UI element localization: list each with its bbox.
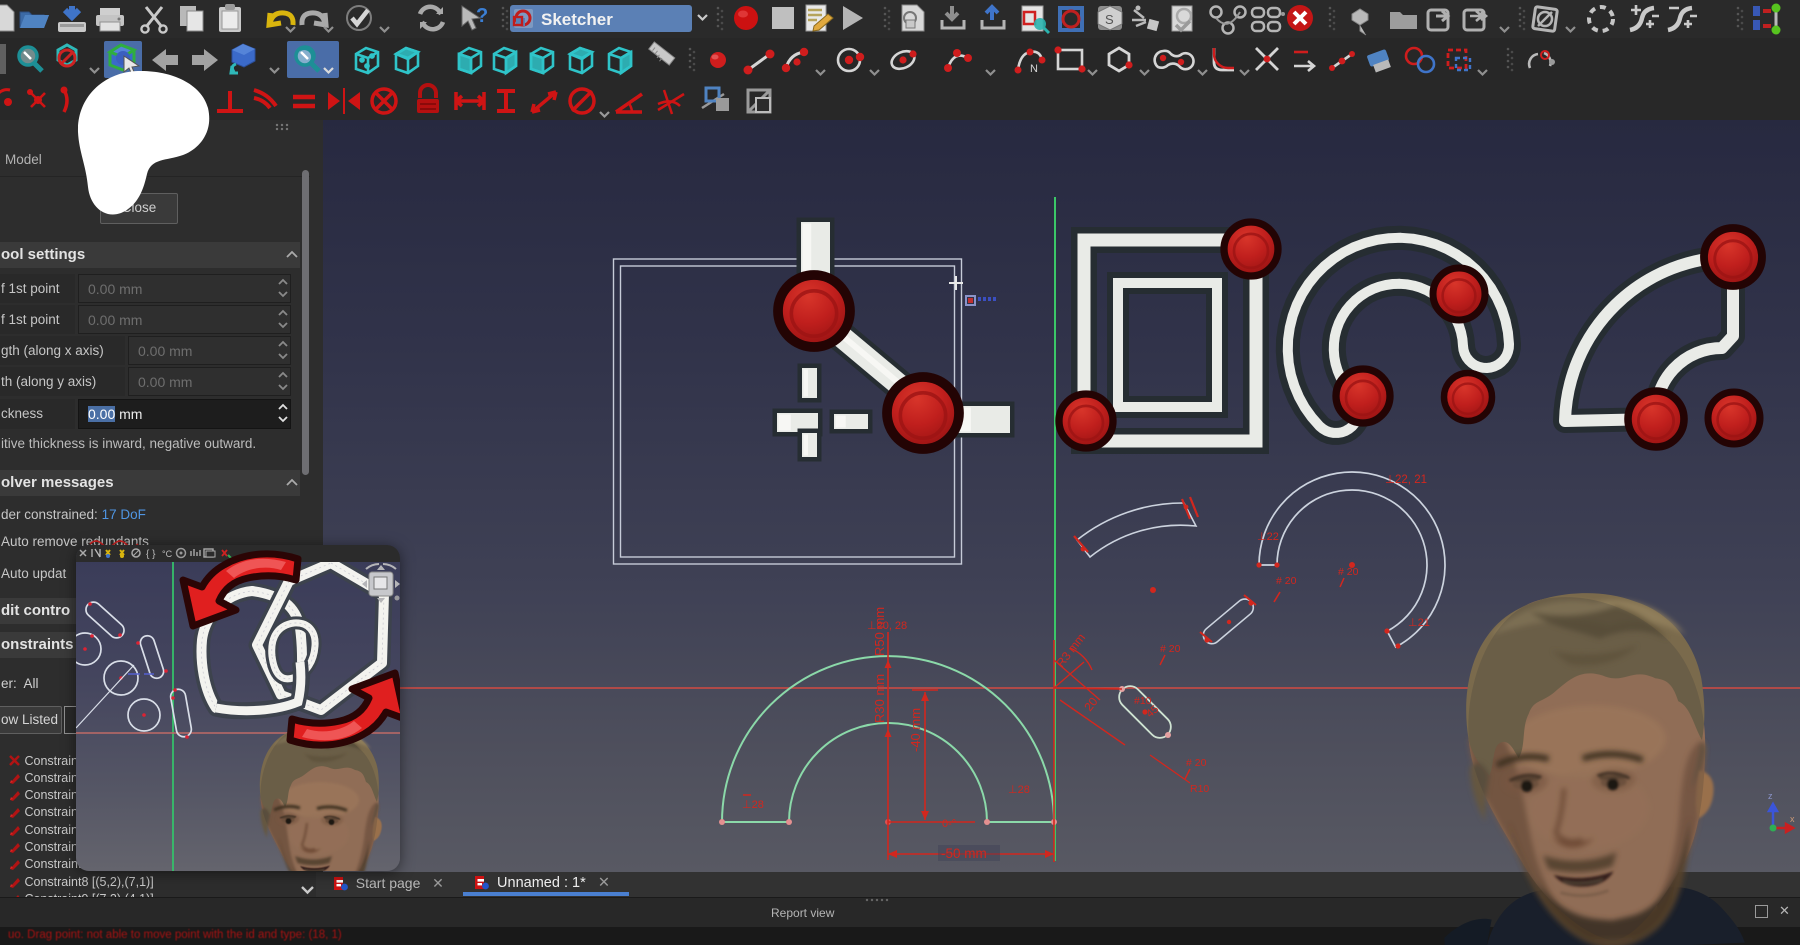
svg-text:#10: #10 xyxy=(1134,695,1152,707)
svg-text:⊥28: ⊥28 xyxy=(1008,784,1030,796)
svg-text:R30 mm: R30 mm xyxy=(872,674,887,723)
svg-text:-50 mm: -50 mm xyxy=(941,846,987,861)
svg-text:⊥20, 28: ⊥20, 28 xyxy=(867,620,907,632)
svg-text:⊥21: ⊥21 xyxy=(1408,617,1430,629)
svg-text:⊥28: ⊥28 xyxy=(742,799,764,811)
svg-text:# 20: # 20 xyxy=(1160,643,1181,655)
svg-text:⊥22, 21: ⊥22, 21 xyxy=(1385,474,1427,486)
svg-text:R3 mm: R3 mm xyxy=(1053,631,1088,670)
svg-text:R10: R10 xyxy=(1190,783,1209,795)
svg-text:⊥22: ⊥22 xyxy=(1257,531,1279,543)
svg-text:0-°: 0-° xyxy=(942,818,956,830)
svg-text:# 20: # 20 xyxy=(1338,566,1359,578)
svg-text:-40 mm: -40 mm xyxy=(908,708,923,752)
svg-text:# 20: # 20 xyxy=(1186,757,1207,769)
svg-text:# 20: # 20 xyxy=(1276,575,1297,587)
